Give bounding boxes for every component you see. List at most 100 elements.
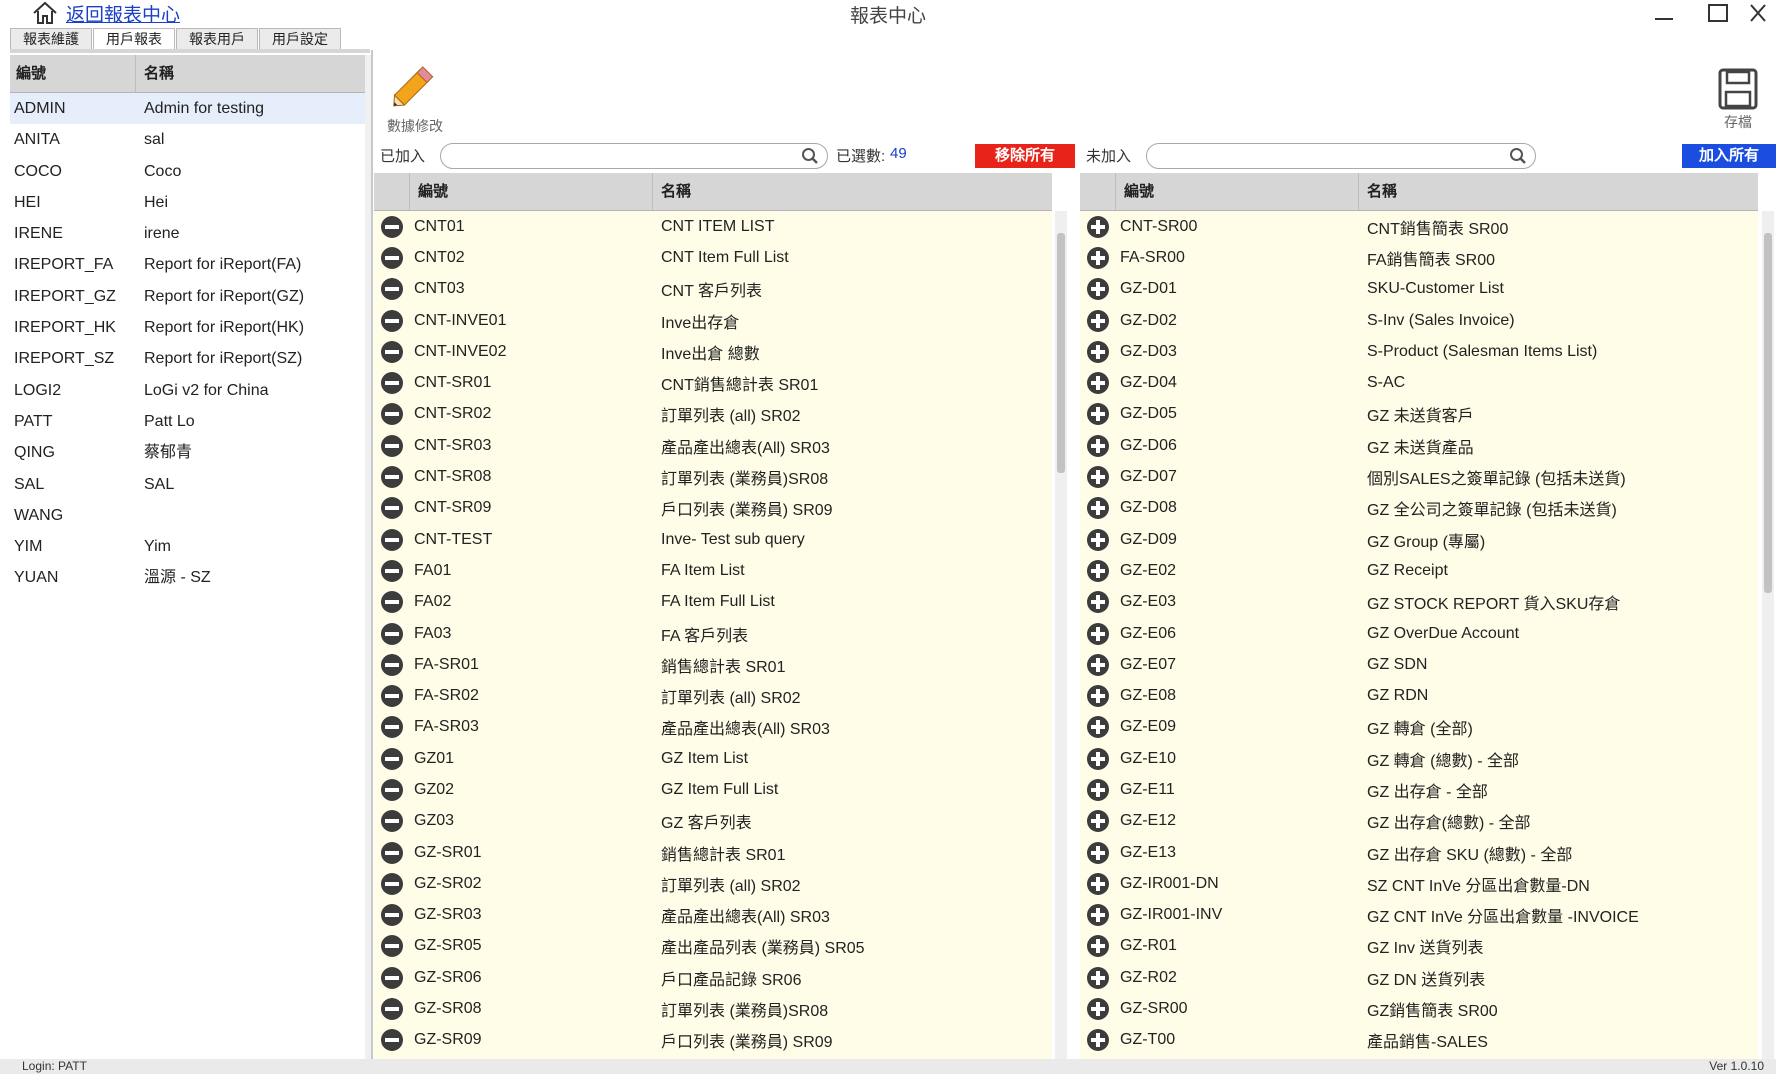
- add-icon[interactable]: [1086, 340, 1110, 364]
- report-row[interactable]: CNT-SR09 戶口列表 (業務員) SR09: [374, 493, 1052, 524]
- report-row[interactable]: CNT02 CNT Item Full List: [374, 242, 1052, 273]
- back-to-report-center-link[interactable]: 返回報表中心: [66, 0, 180, 27]
- added-grid-scroll-thumb[interactable]: [1057, 233, 1065, 473]
- add-icon[interactable]: [1086, 778, 1110, 802]
- add-icon[interactable]: [1086, 528, 1110, 552]
- report-row[interactable]: GZ03 GZ 客戶列表: [374, 806, 1052, 837]
- add-icon[interactable]: [1086, 371, 1110, 395]
- user-row[interactable]: COCO Coco: [10, 156, 371, 187]
- report-row[interactable]: GZ01 GZ Item List: [374, 743, 1052, 774]
- report-row[interactable]: GZ-D01 SKU-Customer List: [1080, 274, 1758, 305]
- remove-icon[interactable]: [380, 340, 404, 364]
- add-icon[interactable]: [1086, 215, 1110, 239]
- report-row[interactable]: GZ-D09 GZ Group (專屬): [1080, 524, 1758, 555]
- not-added-search-input[interactable]: [1147, 144, 1535, 168]
- user-name-column-header[interactable]: 名稱: [136, 55, 371, 92]
- remove-icon[interactable]: [380, 309, 404, 333]
- remove-icon[interactable]: [380, 528, 404, 552]
- add-icon[interactable]: [1086, 246, 1110, 270]
- remove-icon[interactable]: [380, 715, 404, 739]
- report-row[interactable]: GZ-IR001-DN SZ CNT InVe 分區出倉數量-DN: [1080, 868, 1758, 899]
- add-icon[interactable]: [1086, 465, 1110, 489]
- user-row[interactable]: SAL SAL: [10, 469, 371, 500]
- report-row[interactable]: FA-SR01 銷售總計表 SR01: [374, 649, 1052, 680]
- report-row[interactable]: FA-SR03 產品產出總表(All) SR03: [374, 712, 1052, 743]
- report-row[interactable]: GZ-D05 GZ 未送貨客戶: [1080, 399, 1758, 430]
- user-row[interactable]: HEI Hei: [10, 187, 371, 218]
- add-icon[interactable]: [1086, 997, 1110, 1021]
- report-row[interactable]: CNT-INVE02 Inve出倉 總數: [374, 336, 1052, 367]
- add-icon[interactable]: [1086, 934, 1110, 958]
- report-row[interactable]: GZ02 GZ Item Full List: [374, 774, 1052, 805]
- edit-data-button[interactable]: 數據修改: [386, 58, 444, 136]
- not-added-grid-scroll-thumb[interactable]: [1764, 233, 1772, 593]
- report-row[interactable]: GZ-D03 S-Product (Salesman Items List): [1080, 336, 1758, 367]
- remove-icon[interactable]: [380, 684, 404, 708]
- save-button[interactable]: 存檔: [1718, 68, 1758, 132]
- report-row[interactable]: GZ-E13 GZ 出存倉 SKU (總數) - 全部: [1080, 837, 1758, 868]
- add-icon[interactable]: [1086, 402, 1110, 426]
- remove-icon[interactable]: [380, 872, 404, 896]
- added-search-input[interactable]: [441, 144, 827, 168]
- user-row[interactable]: ANITA sal: [10, 124, 371, 155]
- user-code-column-header[interactable]: 編號: [10, 55, 136, 92]
- add-icon[interactable]: [1086, 684, 1110, 708]
- add-icon[interactable]: [1086, 496, 1110, 520]
- report-row[interactable]: GZ-E12 GZ 出存倉(總數) - 全部: [1080, 806, 1758, 837]
- add-icon[interactable]: [1086, 653, 1110, 677]
- user-row[interactable]: YUAN 溫源 - SZ: [10, 562, 371, 593]
- report-row[interactable]: GZ-E03 GZ STOCK REPORT 貨入SKU存倉: [1080, 587, 1758, 618]
- add-icon[interactable]: [1086, 747, 1110, 771]
- maximize-button[interactable]: [1698, 0, 1738, 26]
- report-row[interactable]: GZ-D07 個別SALES之簽單記錄 (包括未送貨): [1080, 461, 1758, 492]
- report-row[interactable]: FA-SR00 FA銷售簡表 SR00: [1080, 242, 1758, 273]
- remove-icon[interactable]: [380, 997, 404, 1021]
- report-row[interactable]: GZ-SR01 銷售總計表 SR01: [374, 837, 1052, 868]
- tab-user-settings[interactable]: 用戶設定: [259, 28, 341, 50]
- report-row[interactable]: GZ-SR09 戶口列表 (業務員) SR09: [374, 1025, 1052, 1056]
- user-row[interactable]: IREPORT_SZ Report for iReport(SZ): [10, 343, 371, 374]
- report-row[interactable]: GZ-SR05 產出產品列表 (業務員) SR05: [374, 931, 1052, 962]
- user-row[interactable]: IREPORT_FA Report for iReport(FA): [10, 249, 371, 280]
- report-row[interactable]: CNT-SR01 CNT銷售總計表 SR01: [374, 367, 1052, 398]
- added-grid-scrollbar[interactable]: [1055, 211, 1067, 1059]
- remove-icon[interactable]: [380, 966, 404, 990]
- remove-icon[interactable]: [380, 465, 404, 489]
- report-row[interactable]: GZ-E06 GZ OverDue Account: [1080, 618, 1758, 649]
- report-row[interactable]: GZ-E07 GZ SDN: [1080, 649, 1758, 680]
- report-row[interactable]: GZ-R01 GZ Inv 送貨列表: [1080, 931, 1758, 962]
- remove-icon[interactable]: [380, 841, 404, 865]
- add-icon[interactable]: [1086, 622, 1110, 646]
- search-icon[interactable]: [1509, 147, 1527, 165]
- added-name-column-header[interactable]: 名稱: [653, 173, 1052, 210]
- report-row[interactable]: CNT-SR02 訂單列表 (all) SR02: [374, 399, 1052, 430]
- report-row[interactable]: GZ-E09 GZ 轉倉 (全部): [1080, 712, 1758, 743]
- report-row[interactable]: CNT01 CNT ITEM LIST: [374, 211, 1052, 242]
- not-added-name-column-header[interactable]: 名稱: [1359, 173, 1758, 210]
- report-row[interactable]: GZ-D04 S-AC: [1080, 367, 1758, 398]
- remove-icon[interactable]: [380, 246, 404, 270]
- report-row[interactable]: GZ-SR00 GZ銷售簡表 SR00: [1080, 993, 1758, 1024]
- remove-icon[interactable]: [380, 277, 404, 301]
- remove-icon[interactable]: [380, 622, 404, 646]
- add-icon[interactable]: [1086, 434, 1110, 458]
- add-all-button[interactable]: 加入所有: [1682, 144, 1776, 168]
- remove-icon[interactable]: [380, 559, 404, 583]
- report-row[interactable]: GZ-IR001-INV GZ CNT InVe 分區出倉數量 -INVOICE: [1080, 900, 1758, 931]
- user-row[interactable]: QING 蔡郁青: [10, 437, 371, 468]
- remove-all-button[interactable]: 移除所有: [975, 144, 1075, 168]
- report-row[interactable]: FA03 FA 客戶列表: [374, 618, 1052, 649]
- report-row[interactable]: FA02 FA Item Full List: [374, 587, 1052, 618]
- tab-user-reports[interactable]: 用戶報表: [93, 28, 175, 50]
- report-row[interactable]: GZ-SR02 訂單列表 (all) SR02: [374, 868, 1052, 899]
- report-row[interactable]: GZ-D02 S-Inv (Sales Invoice): [1080, 305, 1758, 336]
- minimize-button[interactable]: [1644, 0, 1684, 26]
- tab-report-users[interactable]: 報表用戶: [176, 28, 258, 50]
- report-row[interactable]: FA01 FA Item List: [374, 555, 1052, 586]
- add-icon[interactable]: [1086, 872, 1110, 896]
- remove-icon[interactable]: [380, 434, 404, 458]
- add-icon[interactable]: [1086, 309, 1110, 333]
- report-row[interactable]: GZ-E11 GZ 出存倉 - 全部: [1080, 774, 1758, 805]
- added-code-column-header[interactable]: 編號: [410, 173, 653, 210]
- add-icon[interactable]: [1086, 1028, 1110, 1052]
